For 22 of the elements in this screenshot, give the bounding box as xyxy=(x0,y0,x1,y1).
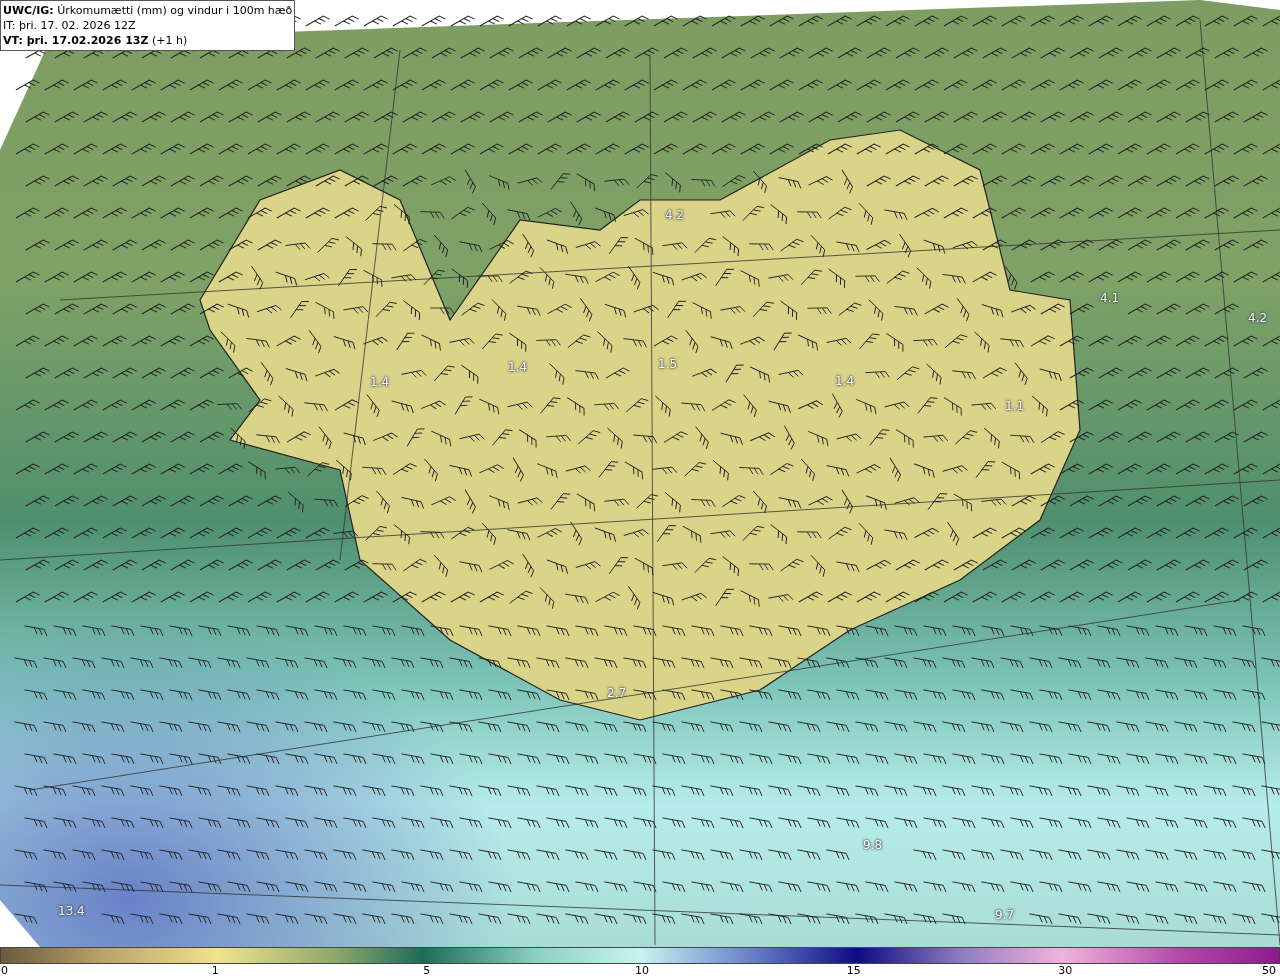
title-line: VT: þri. 17.02.2026 13Z (+1 h) xyxy=(3,33,189,48)
value-label: 9.7 xyxy=(995,909,1015,921)
value-label: 1.4 xyxy=(370,376,390,388)
value-label: 4.1 xyxy=(1100,292,1120,304)
scale-tick-label: 10 xyxy=(635,964,649,977)
value-label: 1.1 xyxy=(1005,400,1025,412)
title-line: IT: þri. 17. 02. 2026 12Z xyxy=(3,18,137,33)
scale-tick-label: 1 xyxy=(211,964,219,977)
value-label: 1.4 xyxy=(508,361,528,373)
scale-tick-label: 0 xyxy=(1,964,8,977)
scale-tick-label: 5 xyxy=(423,964,431,977)
value-label: 1.5 xyxy=(658,358,678,370)
value-label: 9.8 xyxy=(863,839,883,851)
value-label: 1.4 xyxy=(835,375,855,387)
value-label: 4.2 xyxy=(1248,312,1268,324)
value-label: 2.7 xyxy=(607,687,627,699)
title-line: UWC/IG: Úrkomumætti (mm) og vindur i 100m hæð xyxy=(3,3,293,18)
value-label: 4.2 xyxy=(665,209,685,221)
scale-tick-label: 15 xyxy=(846,964,861,977)
scale-tick-label: 30 xyxy=(1058,964,1073,977)
scale-tick-label: 50 xyxy=(1262,964,1276,977)
value-label: 13.4 xyxy=(58,905,85,917)
